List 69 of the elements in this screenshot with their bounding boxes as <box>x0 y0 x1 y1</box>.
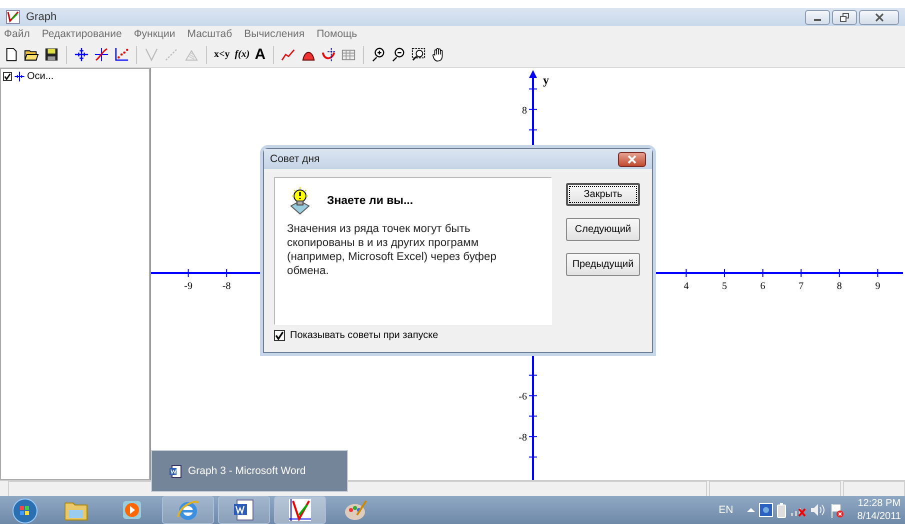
close-button[interactable] <box>859 10 899 24</box>
tangent-lines-icon <box>144 47 159 62</box>
menu-item[interactable]: Вычисления <box>244 28 305 40</box>
axis-tick-label: 9 <box>875 281 880 292</box>
menu-item[interactable]: Редактирование <box>42 28 122 40</box>
axis-tick-label: -8 <box>222 281 231 292</box>
word-document-icon <box>169 464 182 478</box>
point-series-icon[interactable] <box>114 47 129 62</box>
toolbar-text-button[interactable]: x<y <box>214 49 230 60</box>
graph-app-icon <box>6 10 20 24</box>
axis-tick-label: 5 <box>722 281 727 292</box>
tray-app-icon[interactable] <box>759 503 774 517</box>
axis-tick-label: 8 <box>836 281 842 292</box>
menu-item[interactable]: Масштаб <box>187 28 232 40</box>
axis-tick-label: 4 <box>684 281 689 292</box>
checkbox[interactable] <box>274 330 285 341</box>
axes-cross-icon <box>14 71 25 82</box>
curve-marker-icon[interactable] <box>320 47 336 62</box>
zoom-box-icon[interactable] <box>410 47 426 62</box>
dialog-button[interactable]: Следующий <box>566 218 640 241</box>
dialog-button[interactable]: Закрыть <box>566 183 640 206</box>
action-center-flag-icon[interactable] <box>830 502 846 518</box>
toolbar-text-button[interactable]: f(x) <box>234 49 250 60</box>
zoom-in-icon[interactable] <box>370 47 386 62</box>
zoom-out-icon[interactable] <box>390 47 406 62</box>
axis-tick-label: -8 <box>518 432 527 444</box>
graph-app-icon[interactable] <box>274 496 326 524</box>
close-icon <box>627 154 637 164</box>
tip-heading: Знаете ли вы... <box>327 195 414 207</box>
tree-checkbox[interactable] <box>3 72 12 81</box>
dialog-title: Совет дня <box>270 153 320 165</box>
clock-date[interactable]: 8/14/2011 <box>857 510 901 523</box>
restore-icon <box>840 12 849 22</box>
line-graph-icon[interactable] <box>280 47 296 62</box>
axis-tick-label: 7 <box>798 281 804 292</box>
menu-item[interactable]: Функции <box>134 28 176 40</box>
tip-text: Значения из ряда точек могут быть скопированы в и из других программ (например, Microsoft Excel) через буфер обмена. <box>287 222 498 278</box>
dashed-line-icon <box>164 47 179 62</box>
start-button[interactable] <box>10 496 40 524</box>
axes-cross-icon[interactable] <box>74 47 89 62</box>
toolbar-text-button[interactable]: A <box>254 46 266 63</box>
minimize-icon <box>814 19 821 21</box>
function-curve-icon[interactable] <box>94 47 109 62</box>
minimize-button[interactable] <box>805 10 830 24</box>
battery-icon[interactable] <box>777 502 786 518</box>
close-button[interactable] <box>618 152 646 166</box>
axis-tick-label: 8 <box>522 105 527 116</box>
axis-label: y <box>543 73 549 87</box>
axis-tick-label: -6 <box>518 392 527 403</box>
language-indicator[interactable]: EN <box>718 504 734 516</box>
taskbar-preview[interactable]: Graph 3 - Microsoft Word <box>151 450 348 492</box>
clock-time[interactable]: 12:28 PM <box>858 497 901 510</box>
preview-title: Graph 3 - Microsoft Word <box>188 465 306 477</box>
dialog-button[interactable]: Предыдущий <box>566 253 640 276</box>
menu-item[interactable]: Файл <box>4 28 30 40</box>
speaker-icon[interactable] <box>810 503 826 517</box>
close-icon <box>874 12 884 22</box>
expand-tray-icon[interactable] <box>747 507 756 513</box>
axis-tick-label: -9 <box>184 281 192 292</box>
new-document-icon[interactable] <box>4 47 19 62</box>
table-icon[interactable] <box>340 47 356 62</box>
checkbox-label: Показывать советы при запуске <box>290 330 438 341</box>
restore-button[interactable] <box>832 10 857 24</box>
word-icon[interactable] <box>218 496 270 524</box>
tree-item[interactable]: Оси... <box>27 71 54 82</box>
axis-tick-label: 6 <box>760 281 766 292</box>
menu-item[interactable]: Помощь <box>316 28 358 40</box>
window-title: Graph <box>26 11 57 23</box>
browser-icon[interactable] <box>162 496 214 524</box>
